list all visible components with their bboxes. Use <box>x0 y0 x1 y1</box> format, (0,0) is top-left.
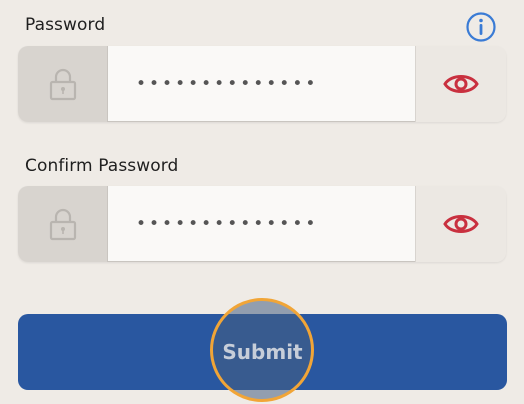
password-input-group <box>18 46 506 122</box>
confirm-password-input-group <box>18 186 506 262</box>
submit-button[interactable] <box>18 314 507 390</box>
confirm-password-input[interactable] <box>108 186 415 262</box>
password-label: Password <box>25 15 106 35</box>
confirm-password-label: Confirm Password <box>25 156 179 176</box>
show-confirm-password-eye-icon[interactable] <box>415 186 506 262</box>
lock-icon <box>18 186 108 262</box>
password-input[interactable] <box>108 46 415 122</box>
show-password-eye-icon[interactable] <box>415 46 506 122</box>
info-icon[interactable] <box>465 11 497 43</box>
lock-icon <box>18 46 108 122</box>
